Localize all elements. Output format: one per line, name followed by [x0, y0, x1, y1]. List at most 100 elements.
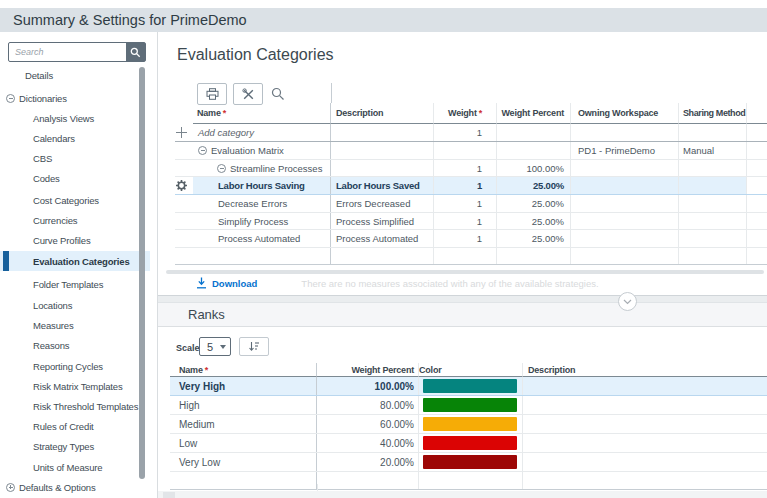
sidebar-item-dictionaries[interactable]: Dictionaries	[0, 88, 150, 108]
rank-row-very-low[interactable]: Very Low20.00%	[170, 453, 767, 472]
category-row-simplify-process[interactable]: Simplify ProcessProcess Simplified125.00…	[175, 213, 767, 231]
cell-owning-workspace[interactable]	[571, 160, 679, 177]
cell-sharing-method[interactable]	[679, 213, 747, 230]
rank-row-medium[interactable]: Medium60.00%	[170, 415, 767, 434]
sidebar-item-rules-of-credit[interactable]: Rules of Credit	[0, 416, 150, 436]
cell-sharing-method[interactable]	[679, 124, 747, 141]
cell-weight-percent[interactable]: 100.00%	[497, 160, 571, 177]
category-row-labor-hours-saving[interactable]: Labor Hours SavingLabor Hours Saved125.0…	[175, 177, 767, 195]
add-category-row[interactable]: Add category1	[175, 124, 767, 142]
sidebar-item-calendars[interactable]: Calendars	[0, 128, 150, 148]
cell-rank-color[interactable]	[419, 415, 523, 433]
cell-name[interactable]: Process Automated	[193, 230, 331, 247]
cell-weight[interactable]	[434, 142, 497, 159]
column-header-description[interactable]: Description	[331, 103, 434, 124]
print-button[interactable]	[197, 83, 227, 105]
cell-weight[interactable]: 1	[434, 160, 497, 177]
cell-rank-weight-percent[interactable]: 40.00%	[317, 434, 419, 452]
cell-weight-percent[interactable]	[497, 142, 571, 159]
cell-rank-weight-percent[interactable]: 80.00%	[317, 396, 419, 414]
cell-owning-workspace[interactable]	[571, 177, 679, 194]
cell-rank-color[interactable]	[419, 434, 523, 452]
cell-name[interactable]: Simplify Process	[193, 213, 331, 230]
cell-weight-percent[interactable]	[497, 124, 571, 141]
cell-description[interactable]: Labor Hours Saved	[331, 177, 434, 194]
cell-name[interactable]: Streamline Processes	[193, 160, 331, 177]
column-header-weight-percent[interactable]: Weight Percent	[497, 103, 571, 124]
sort-button[interactable]	[239, 337, 269, 356]
sidebar-item-cost-categories[interactable]: Cost Categories	[0, 190, 150, 210]
color-swatch[interactable]	[423, 417, 517, 431]
sidebar-item-folder-templates[interactable]: Folder Templates	[0, 274, 150, 294]
category-row-process-automated[interactable]: Process AutomatedProcess Automated125.00…	[175, 230, 767, 248]
cell-rank-name[interactable]: High	[170, 396, 317, 414]
ranks-column-header-name[interactable]: Name*	[170, 363, 317, 377]
rank-row-very-high[interactable]: Very High100.00%	[170, 377, 767, 396]
cell-owning-workspace[interactable]	[571, 213, 679, 230]
cell-sharing-method[interactable]	[679, 230, 747, 247]
search-input[interactable]	[9, 43, 126, 61]
collapse-icon[interactable]	[217, 164, 226, 173]
collapse-icon[interactable]	[6, 94, 15, 103]
sidebar-item-reasons[interactable]: Reasons	[0, 335, 150, 355]
cell-rank-description[interactable]	[523, 396, 767, 414]
ranks-column-header-color[interactable]: Color	[419, 363, 523, 377]
cell-rank-weight-percent[interactable]: 20.00%	[317, 453, 419, 471]
cell-rank-weight-percent[interactable]: 100.00%	[317, 377, 419, 395]
column-header-sharing-method[interactable]: Sharing Method	[679, 103, 747, 124]
cell-rank-color[interactable]	[419, 377, 523, 395]
cell-rank-weight-percent[interactable]: 60.00%	[317, 415, 419, 433]
column-header-name[interactable]: Name*	[193, 103, 331, 124]
rank-row-low[interactable]: Low40.00%	[170, 434, 767, 453]
column-header-weight[interactable]: Weight*	[434, 103, 497, 124]
cell-rank-name[interactable]: Very Low	[170, 453, 317, 471]
ranks-column-header-description[interactable]: Description	[523, 363, 767, 377]
cell-weight-percent[interactable]: 25.00%	[497, 195, 571, 212]
sidebar-item-codes[interactable]: Codes	[0, 168, 150, 188]
ranks-horizontal-scrollbar[interactable]	[158, 491, 767, 498]
tools-button[interactable]	[233, 83, 263, 105]
color-swatch[interactable]	[423, 398, 517, 412]
sidebar-item-defaults-options[interactable]: Defaults & Options	[0, 477, 150, 497]
sidebar-item-strategy-types[interactable]: Strategy Types	[0, 436, 150, 456]
cell-description[interactable]	[331, 160, 434, 177]
cell-description[interactable]	[331, 124, 434, 141]
cell-description[interactable]: Errors Decreased	[331, 195, 434, 212]
cell-sharing-method[interactable]: Manual	[679, 142, 747, 159]
cell-weight-percent[interactable]: 25.00%	[497, 230, 571, 247]
cell-name[interactable]: Add category	[193, 124, 331, 141]
cell-rank-description[interactable]	[523, 453, 767, 471]
color-swatch[interactable]	[423, 436, 517, 450]
cell-weight-percent[interactable]: 25.00%	[497, 177, 571, 194]
sidebar-item-units-of-measure[interactable]: Units of Measure	[0, 457, 150, 477]
cell-name[interactable]: Labor Hours Saving	[193, 177, 331, 194]
category-row-streamline-processes[interactable]: Streamline Processes 1100.00%	[175, 160, 767, 178]
cell-description[interactable]: Process Automated	[331, 230, 434, 247]
rank-row-high[interactable]: High80.00%	[170, 396, 767, 415]
cell-rank-name[interactable]: Very High	[170, 377, 317, 395]
collapse-icon[interactable]	[198, 146, 207, 155]
collapse-panel-button[interactable]	[618, 292, 637, 311]
cell-weight-percent[interactable]: 25.00%	[497, 213, 571, 230]
column-header-owning-workspace[interactable]: Owning Workspace	[571, 103, 679, 124]
grid-horizontal-scrollbar[interactable]	[166, 270, 764, 274]
color-swatch[interactable]	[423, 379, 517, 393]
cell-owning-workspace[interactable]	[571, 195, 679, 212]
sidebar-item-analysis-views[interactable]: Analysis Views	[0, 108, 150, 128]
cell-name[interactable]: Decrease Errors	[193, 195, 331, 212]
sidebar-item-reporting-cycles[interactable]: Reporting Cycles	[0, 356, 150, 376]
color-swatch[interactable]	[423, 455, 517, 469]
cell-description[interactable]	[331, 142, 434, 159]
category-row-decrease-errors[interactable]: Decrease ErrorsErrors Decreased125.00%	[175, 195, 767, 213]
cell-weight[interactable]: 1	[434, 213, 497, 230]
cell-owning-workspace[interactable]: PD1 - PrimeDemo	[571, 142, 679, 159]
cell-rank-name[interactable]: Medium	[170, 415, 317, 433]
cell-rank-description[interactable]	[523, 434, 767, 452]
sidebar-scrollbar[interactable]	[139, 67, 145, 479]
cell-name[interactable]: Evaluation Matrix	[193, 142, 331, 159]
cell-rank-name[interactable]: Low	[170, 434, 317, 452]
sidebar-item-currencies[interactable]: Currencies	[0, 210, 150, 230]
cell-owning-workspace[interactable]	[571, 230, 679, 247]
ranks-column-header-weight-percent[interactable]: Weight Percent	[317, 363, 419, 377]
cell-sharing-method[interactable]	[679, 160, 747, 177]
